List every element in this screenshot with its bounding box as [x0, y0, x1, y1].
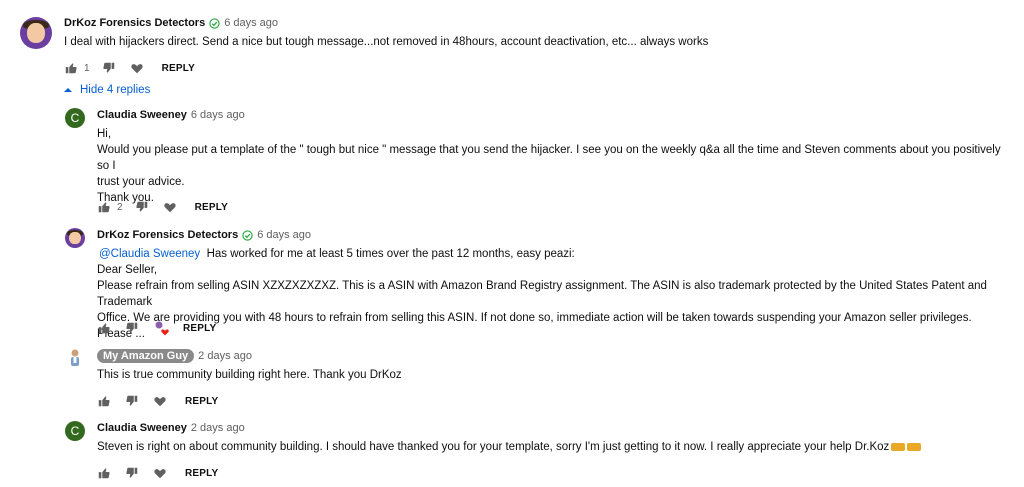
caret-up-icon: [64, 88, 72, 92]
comment-age[interactable]: 6 days ago: [191, 109, 245, 121]
avatar[interactable]: C: [65, 421, 85, 441]
heart-icon[interactable]: [153, 394, 167, 408]
verified-check-icon: [209, 17, 220, 29]
thumb-up-icon[interactable]: [64, 61, 78, 75]
comment-age[interactable]: 6 days ago: [224, 17, 278, 29]
avatar[interactable]: C: [65, 108, 85, 128]
thumb-down-icon[interactable]: [125, 394, 139, 408]
reply-button[interactable]: REPLY: [183, 323, 216, 334]
author-name[interactable]: My Amazon Guy: [97, 349, 195, 363]
heart-icon[interactable]: [130, 61, 144, 75]
thumb-down-icon[interactable]: [125, 321, 139, 335]
author-name[interactable]: DrKoz Forensics Detectors: [97, 229, 238, 241]
comment-actions: REPLY: [97, 466, 218, 480]
comment-actions: 2 REPLY: [97, 200, 228, 214]
comment-text: @Claudia Sweeney Has worked for me at le…: [97, 248, 987, 340]
thumb-down-icon[interactable]: [125, 466, 139, 480]
author-name[interactable]: DrKoz Forensics Detectors: [64, 17, 205, 29]
heart-icon[interactable]: [163, 200, 177, 214]
comment-actions: REPLY: [97, 320, 216, 336]
like-count: 1: [84, 62, 90, 74]
thumb-up-icon[interactable]: [97, 466, 111, 480]
thumb-up-icon[interactable]: [97, 200, 111, 214]
verified-check-icon: [242, 229, 253, 241]
avatar[interactable]: [20, 17, 52, 49]
thumb-up-icon[interactable]: [97, 394, 111, 408]
mention-link[interactable]: @Claudia Sweeney: [99, 248, 200, 260]
thumb-down-icon[interactable]: [135, 200, 149, 214]
heart-icon[interactable]: [153, 466, 167, 480]
pointing-hand-emoji-icon: [907, 442, 922, 451]
reply-button[interactable]: REPLY: [195, 202, 228, 213]
author-name[interactable]: Claudia Sweeney: [97, 109, 187, 121]
avatar[interactable]: [65, 348, 85, 368]
comment-age[interactable]: 6 days ago: [257, 229, 311, 241]
thumb-up-icon[interactable]: [97, 321, 111, 335]
reply-button[interactable]: REPLY: [185, 396, 218, 407]
comment-text: Steven is right on about community build…: [97, 439, 1007, 455]
avatar-figure-icon: [71, 349, 79, 366]
hide-replies-label: Hide 4 replies: [80, 84, 151, 96]
avatar[interactable]: [65, 228, 85, 248]
comment-text: This is true community building right he…: [97, 369, 402, 381]
creator-heart-icon[interactable]: [153, 320, 169, 336]
comment-actions: REPLY: [97, 394, 218, 408]
pointing-hand-emoji-icon: [891, 442, 906, 451]
author-name[interactable]: Claudia Sweeney: [97, 422, 187, 434]
comment-text: I deal with hijackers direct. Send a nic…: [64, 36, 709, 48]
thumb-down-icon[interactable]: [102, 61, 116, 75]
like-count: 2: [117, 201, 123, 213]
comment-age[interactable]: 2 days ago: [191, 422, 245, 434]
reply-button[interactable]: REPLY: [162, 63, 195, 74]
comment-text: Hi, Would you please put a template of t…: [97, 128, 1001, 204]
reply-button[interactable]: REPLY: [185, 468, 218, 479]
comment-age[interactable]: 2 days ago: [198, 350, 252, 362]
comment-actions: 1 REPLY: [64, 61, 195, 75]
hide-replies-button[interactable]: Hide 4 replies: [64, 84, 150, 96]
